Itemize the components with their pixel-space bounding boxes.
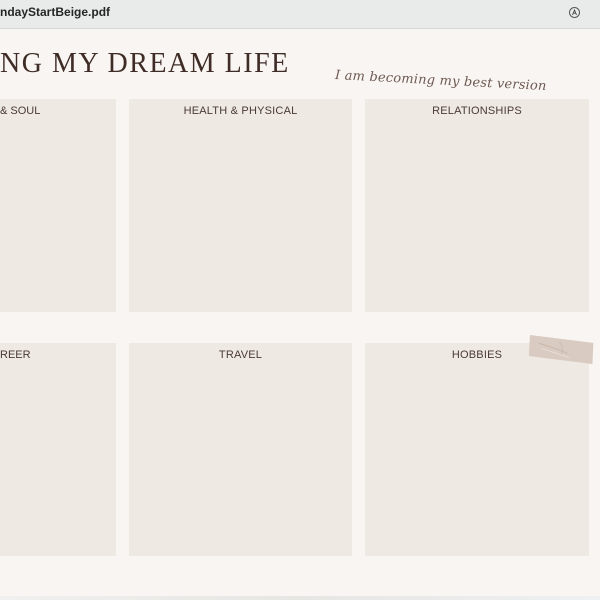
section-label-mind-soul: & SOUL xyxy=(0,105,41,117)
section-relationships: RELATIONSHIPS xyxy=(365,99,589,312)
section-travel: TRAVEL xyxy=(129,343,352,556)
document-filename: ndayStartBeige.pdf xyxy=(0,5,111,19)
section-mind-soul: & SOUL xyxy=(0,99,116,312)
section-career: REER xyxy=(0,343,116,556)
markup-pen-icon[interactable] xyxy=(569,7,580,18)
section-label-travel: TRAVEL xyxy=(218,349,263,361)
section-health-physical: HEALTH & PHYSICAL xyxy=(129,99,352,312)
section-label-health: HEALTH & PHYSICAL xyxy=(183,105,298,117)
section-label-relationships: RELATIONSHIPS xyxy=(432,105,522,117)
page-title: NG MY DREAM LIFE xyxy=(0,48,290,79)
window-bottom-edge xyxy=(0,596,600,600)
section-label-career: REER xyxy=(0,349,31,361)
section-hobbies: HOBBIES xyxy=(365,343,589,556)
window-titlebar: ndayStartBeige.pdf xyxy=(0,0,600,29)
